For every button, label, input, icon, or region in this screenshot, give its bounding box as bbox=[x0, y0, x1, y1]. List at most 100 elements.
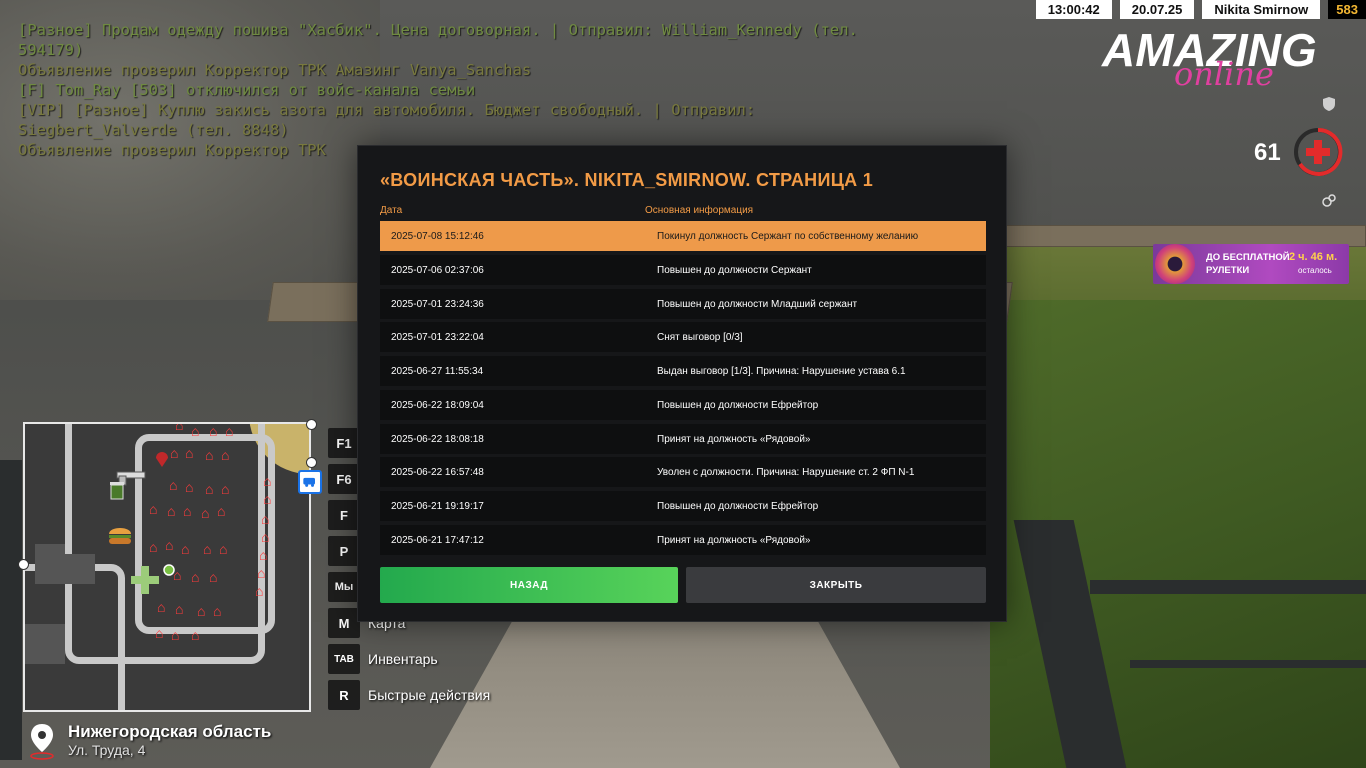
location-region: Нижегородская область bbox=[68, 722, 272, 741]
chat-line: 594179) bbox=[18, 41, 84, 59]
player-name: Nikita Smirnow bbox=[1202, 0, 1321, 19]
house-icon: ⌂ bbox=[183, 503, 192, 519]
railing-post bbox=[0, 460, 22, 760]
history-row[interactable]: 2025-06-21 19:19:17 Повышен до должности… bbox=[380, 491, 986, 521]
server-logo: AMAZING online bbox=[1102, 27, 1347, 93]
history-row[interactable]: 2025-06-22 16:57:48 Уволен с должности. … bbox=[380, 457, 986, 488]
house-icon: ⌂ bbox=[257, 565, 266, 581]
history-row[interactable]: 2025-06-21 17:47:12 Принят на должность … bbox=[380, 524, 986, 555]
history-row[interactable]: 2025-06-22 18:09:04 Повышен до должности… bbox=[380, 389, 986, 420]
house-icon: ⌂ bbox=[167, 503, 176, 519]
hotkey-tab[interactable]: TAB Инвентарь bbox=[328, 644, 438, 674]
row-date: 2025-07-01 23:22:04 bbox=[391, 332, 484, 344]
house-icon: ⌂ bbox=[259, 547, 268, 563]
house-icon: ⌂ bbox=[165, 537, 174, 553]
row-date: 2025-06-22 18:08:18 bbox=[391, 433, 484, 445]
house-icon: ⌂ bbox=[205, 481, 214, 497]
close-button[interactable]: ЗАКРЫТЬ bbox=[686, 567, 986, 603]
history-row[interactable]: 2025-06-22 18:08:18 Принят на должность … bbox=[380, 423, 986, 454]
top-status-bar: 13:00:42 20.07.25 Nikita Smirnow 583 bbox=[1028, 0, 1366, 19]
clock: 13:00:42 bbox=[1035, 0, 1112, 19]
house-icon: ⌂ bbox=[191, 569, 200, 585]
row-date: 2025-07-08 15:12:46 bbox=[391, 231, 484, 242]
hotkey-key: R bbox=[328, 680, 360, 710]
house-icon: ⌂ bbox=[219, 541, 228, 557]
house-icon: ⌂ bbox=[149, 539, 158, 555]
hotkey-key: F6 bbox=[328, 464, 360, 494]
health-cross-icon bbox=[1294, 127, 1343, 176]
hotkey-key: TAB bbox=[328, 644, 360, 674]
railing-bar bbox=[1130, 660, 1366, 668]
row-date: 2025-07-01 23:24:36 bbox=[391, 298, 484, 310]
voice-icon bbox=[1322, 194, 1336, 207]
house-icon: ⌂ bbox=[221, 447, 230, 463]
row-info: Принят на должность «Рядовой» bbox=[657, 433, 811, 445]
house-icon: ⌂ bbox=[197, 603, 206, 619]
location-street: Ул. Труда, 4 bbox=[68, 742, 146, 758]
waypoint-icon bbox=[156, 452, 168, 467]
chat-line: [Разное] Продам одежду пошива "Хасбик". … bbox=[18, 21, 858, 39]
house-icon: ⌂ bbox=[170, 445, 179, 461]
hospital-icon bbox=[131, 566, 159, 594]
burger-icon bbox=[109, 528, 131, 544]
house-icon: ⌂ bbox=[169, 477, 178, 493]
bus-stop-icon bbox=[298, 470, 322, 494]
house-icon: ⌂ bbox=[201, 505, 210, 521]
minimap[interactable]: ⌂ ⌂ ⌂ ⌂ ⌂ ⌂ ⌂ ⌂ ⌂ ⌂ ⌂ ⌂ ⌂ ⌂ ⌂ ⌂ ⌂ ⌂ ⌂ ⌂ … bbox=[23, 422, 311, 712]
column-header-date: Дата bbox=[380, 205, 403, 216]
player-marker-icon bbox=[163, 564, 175, 576]
map-building bbox=[25, 624, 65, 664]
house-icon: ⌂ bbox=[175, 601, 184, 617]
house-icon: ⌂ bbox=[173, 567, 182, 583]
hotkey-key: M bbox=[328, 608, 360, 638]
history-row[interactable]: 2025-07-06 02:37:06 Повышен до должности… bbox=[380, 254, 986, 285]
house-icon: ⌂ bbox=[261, 529, 270, 545]
row-date: 2025-06-22 18:09:04 bbox=[391, 399, 484, 411]
house-icon: ⌂ bbox=[181, 541, 190, 557]
row-date: 2025-07-06 02:37:06 bbox=[391, 264, 484, 276]
house-icon: ⌂ bbox=[225, 423, 234, 439]
minimap-resize-handle[interactable] bbox=[306, 419, 317, 430]
trash-icon bbox=[110, 482, 124, 500]
history-row[interactable]: 2025-06-27 11:55:34 Выдан выговор [1/3].… bbox=[380, 356, 986, 386]
roulette-line2: РУЛЕТКИ bbox=[1206, 265, 1250, 276]
hotkey-key: F1 bbox=[328, 428, 360, 458]
house-icon: ⌂ bbox=[149, 501, 158, 517]
hotkey-label: Инвентарь bbox=[368, 651, 438, 667]
row-info: Снят выговор [0/3] bbox=[657, 332, 743, 344]
house-icon: ⌂ bbox=[263, 491, 272, 507]
history-list: 2025-07-08 15:12:46 Покинул должность Се… bbox=[380, 221, 986, 559]
location-pin-icon bbox=[30, 724, 54, 760]
back-button[interactable]: НАЗАД bbox=[380, 567, 678, 603]
hotkey-key: F bbox=[328, 500, 360, 530]
history-row[interactable]: 2025-07-08 15:12:46 Покинул должность Се… bbox=[380, 221, 986, 251]
map-building bbox=[55, 554, 95, 584]
logo-sub: online bbox=[1174, 55, 1274, 93]
date: 20.07.25 bbox=[1119, 0, 1195, 19]
row-date: 2025-06-21 19:19:17 bbox=[391, 501, 484, 512]
roulette-timer: 2 ч. 46 м. bbox=[1289, 251, 1338, 263]
house-icon: ⌂ bbox=[185, 479, 194, 495]
railing-bar bbox=[1090, 580, 1366, 594]
free-roulette-banner[interactable]: ДО БЕСПЛАТНОЙ РУЛЕТКИ 2 ч. 46 м. осталос… bbox=[1153, 244, 1349, 284]
house-icon: ⌂ bbox=[191, 627, 200, 643]
row-date: 2025-06-21 17:47:12 bbox=[391, 534, 484, 546]
house-icon: ⌂ bbox=[205, 447, 214, 463]
house-icon: ⌂ bbox=[171, 627, 180, 643]
house-icon: ⌂ bbox=[191, 423, 200, 439]
roulette-remaining: осталось bbox=[1298, 266, 1332, 275]
house-icon: ⌂ bbox=[209, 569, 218, 585]
health-value: 61 bbox=[1254, 139, 1281, 166]
house-icon: ⌂ bbox=[209, 423, 218, 439]
history-row[interactable]: 2025-07-01 23:22:04 Снят выговор [0/3] bbox=[380, 322, 986, 353]
row-info: Повышен до должности Младший сержант bbox=[657, 298, 858, 310]
hotkey-key: Мы bbox=[328, 572, 360, 602]
history-row[interactable]: 2025-07-01 23:24:36 Повышен до должности… bbox=[380, 288, 986, 319]
house-icon: ⌂ bbox=[217, 503, 226, 519]
house-icon: ⌂ bbox=[213, 603, 222, 619]
hotkey-label: Быстрые действия bbox=[368, 687, 491, 703]
house-icon: ⌂ bbox=[263, 473, 272, 489]
minimap-resize-handle[interactable] bbox=[306, 457, 317, 468]
hotkey-r[interactable]: R Быстрые действия bbox=[328, 680, 490, 710]
minimap-resize-handle[interactable] bbox=[18, 559, 29, 570]
